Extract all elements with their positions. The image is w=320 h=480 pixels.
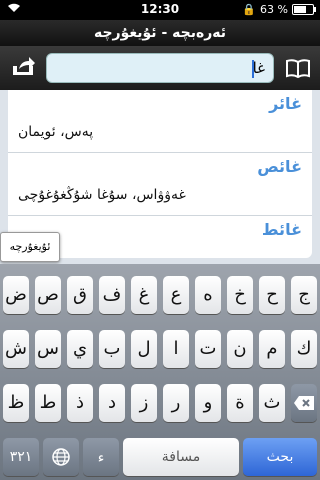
key[interactable]: و (195, 384, 221, 422)
key[interactable]: ة (227, 384, 253, 422)
battery-percent: 63 % (260, 3, 288, 16)
key[interactable]: ي (67, 330, 93, 368)
key[interactable]: ش (3, 330, 29, 368)
key[interactable]: ج (291, 276, 317, 314)
dictation-key[interactable]: ء (83, 438, 119, 476)
page-title: ئەرەبچە - ئۇيغۇرچە (0, 20, 320, 46)
key[interactable]: ف (99, 276, 125, 314)
key[interactable]: خ (227, 276, 253, 314)
key[interactable]: ظ (3, 384, 29, 422)
key[interactable]: ض (3, 276, 29, 314)
entry-definition: غەۋۋاس، سۇغا شۇڭغۇغۇچى (18, 187, 186, 203)
status-right: 🔒 63 % (242, 3, 316, 16)
search-field[interactable] (46, 53, 274, 83)
key[interactable]: ث (259, 384, 285, 422)
key[interactable]: ط (35, 384, 61, 422)
key[interactable]: ك (291, 330, 317, 368)
text-cursor (252, 60, 254, 78)
key[interactable]: ذ (67, 384, 93, 422)
key[interactable]: ا (163, 330, 189, 368)
key[interactable]: ب (99, 330, 125, 368)
key[interactable]: ه (195, 276, 221, 314)
book-icon[interactable] (285, 55, 311, 81)
entry-word: غائص (257, 157, 302, 176)
search-key[interactable]: بحث (243, 438, 317, 476)
key[interactable]: ع (163, 276, 189, 314)
key[interactable]: د (99, 384, 125, 422)
key[interactable]: ل (131, 330, 157, 368)
key[interactable]: س (35, 330, 61, 368)
key[interactable]: ح (259, 276, 285, 314)
battery-icon (292, 4, 316, 15)
entry-word: غائر (269, 94, 302, 113)
list-item[interactable]: غائر پەس، ئويمان (8, 90, 312, 153)
key[interactable]: ص (35, 276, 61, 314)
share-icon[interactable] (9, 55, 35, 81)
key[interactable]: ق (67, 276, 93, 314)
key[interactable]: غ (131, 276, 157, 314)
key[interactable]: ت (195, 330, 221, 368)
delete-key[interactable] (291, 384, 317, 422)
search-input[interactable] (47, 54, 273, 82)
key[interactable]: م (259, 330, 285, 368)
key[interactable]: ن (227, 330, 253, 368)
key[interactable]: ر (163, 384, 189, 422)
list-item[interactable]: غائص غەۋۋاس، سۇغا شۇڭغۇغۇچى (8, 153, 312, 216)
globe-icon[interactable] (43, 438, 79, 476)
entry-definition: پەس، ئويمان (18, 124, 94, 140)
status-bar: 12:30 🔒 63 % (0, 0, 320, 20)
space-key[interactable]: مسافة (123, 438, 239, 476)
toolbar (0, 46, 320, 90)
key[interactable]: ز (131, 384, 157, 422)
lock-icon: 🔒 (242, 3, 257, 16)
keyboard-language-popup[interactable]: ئۇيغۇرچە (0, 232, 60, 262)
numbers-key[interactable]: ٣٢١ (3, 438, 39, 476)
keyboard: ض ص ق ف غ ع ه خ ح ج ش س ي ب ل ا ت ن م ك … (0, 264, 320, 480)
